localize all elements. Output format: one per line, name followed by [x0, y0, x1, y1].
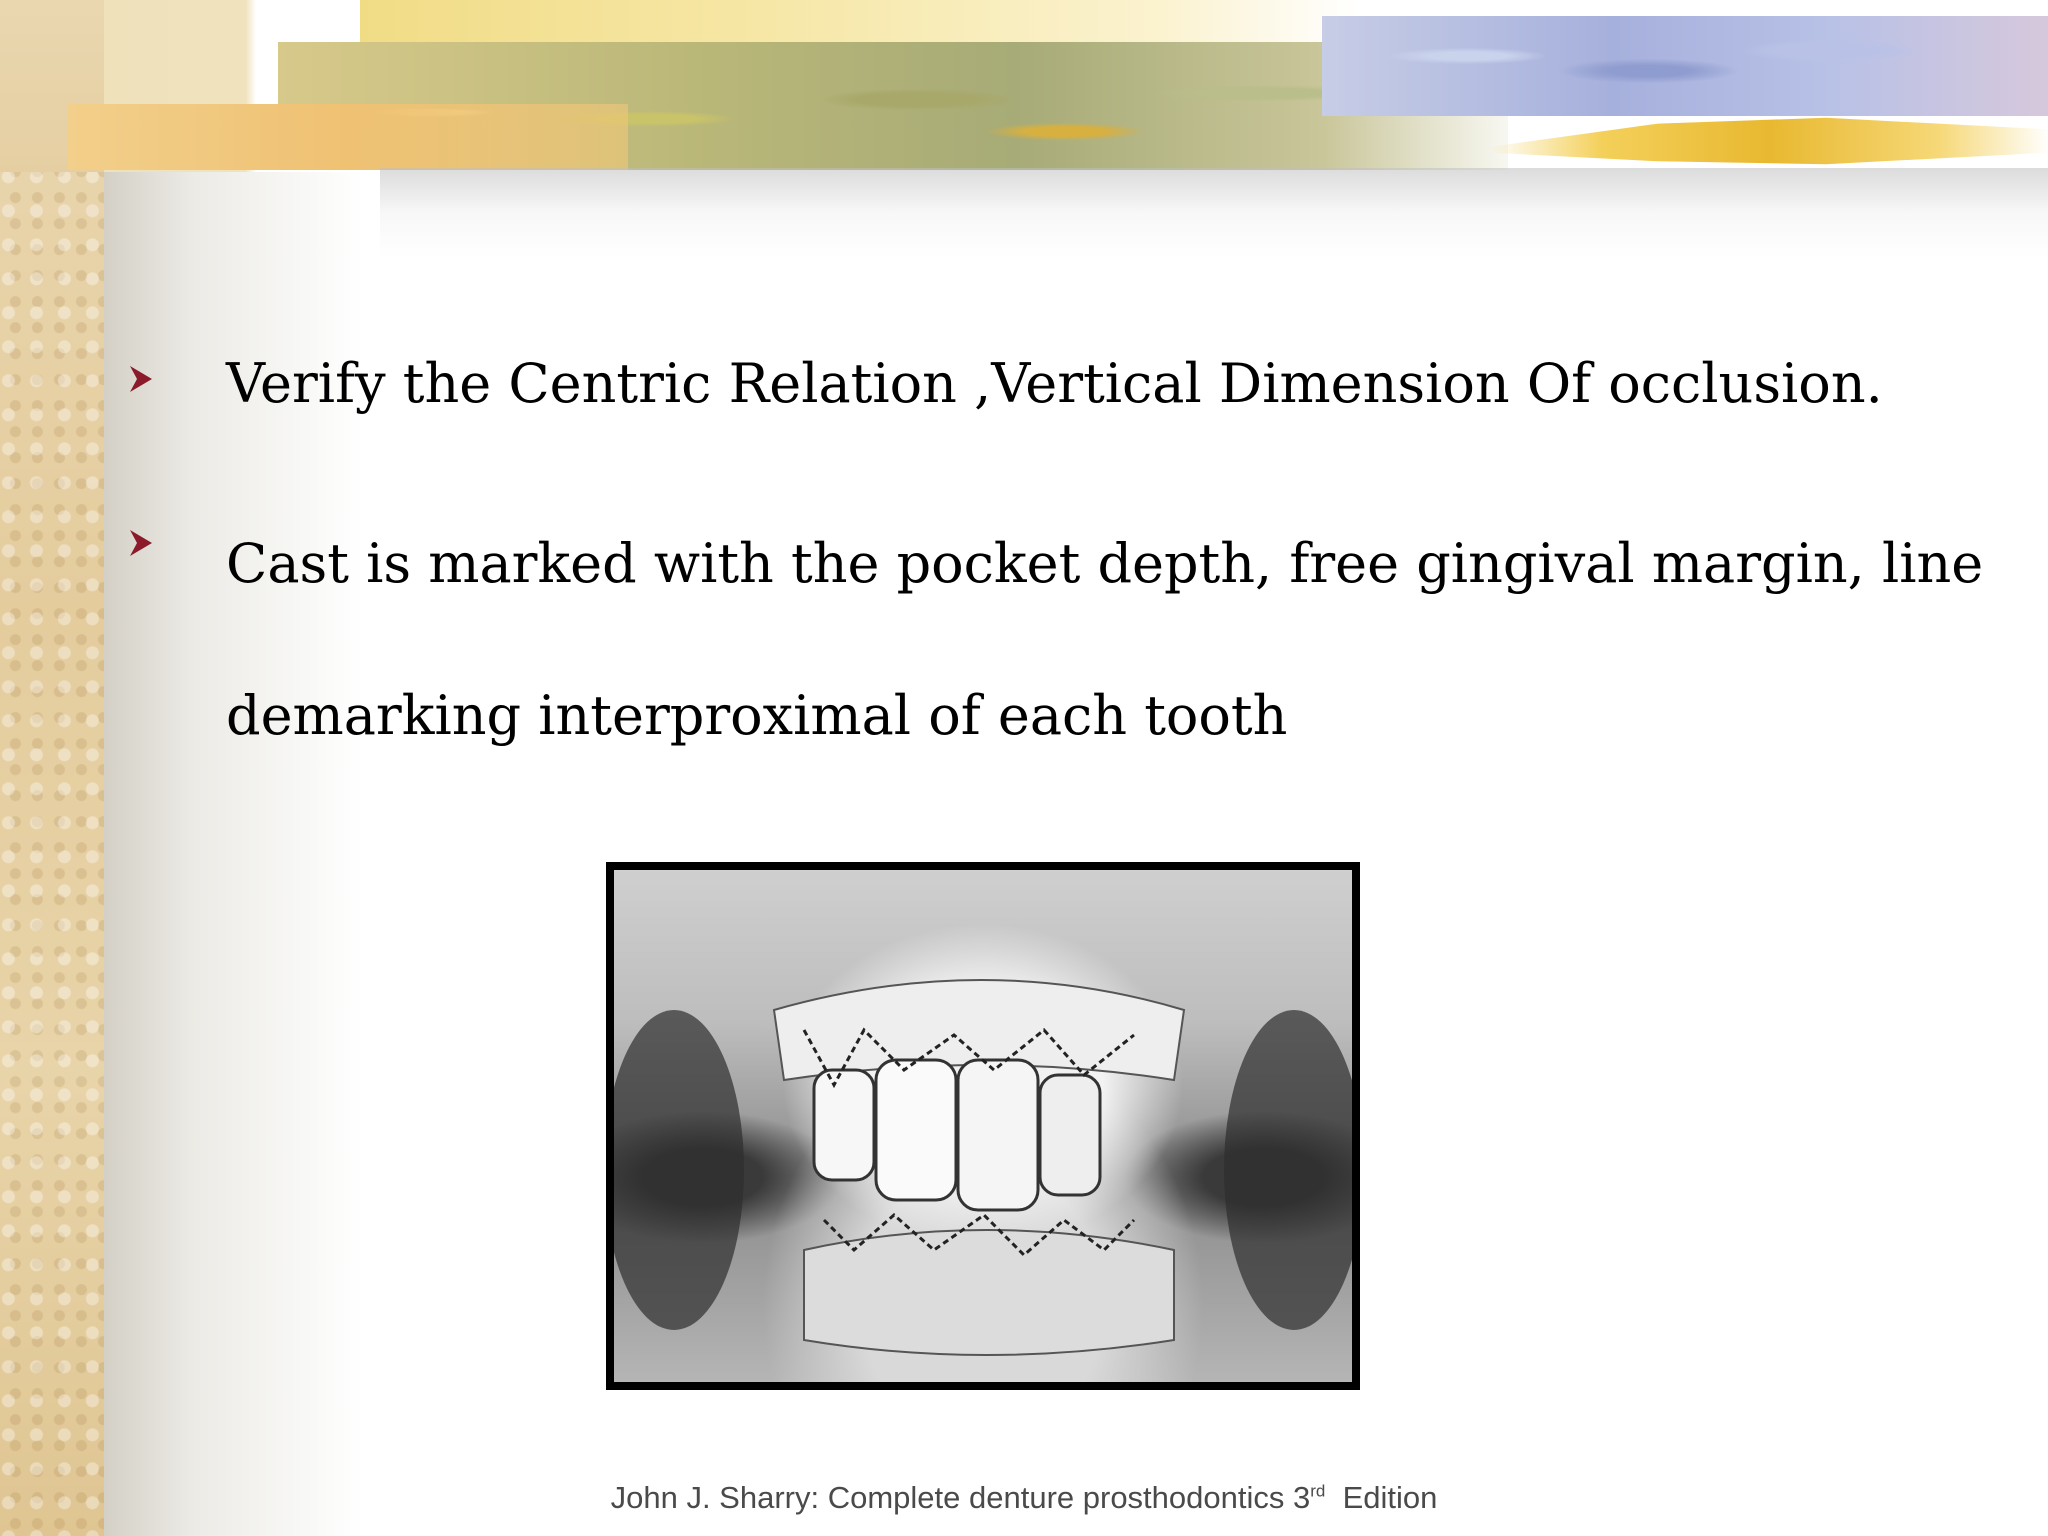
photo-content	[614, 870, 1352, 1382]
banner-orange-band	[68, 104, 628, 170]
bullet-text: Cast is marked with the pocket depth, fr…	[226, 532, 1984, 747]
citation-superscript: rd	[1310, 1481, 1326, 1501]
banner-flowers-image	[1322, 16, 2048, 116]
banner-shadow	[380, 168, 2048, 258]
banner-wheat-image	[1490, 117, 2048, 165]
dental-cast-photo	[606, 862, 1360, 1390]
citation-suffix: Edition	[1325, 1480, 1438, 1515]
bullet-text: Verify the Centric Relation ,Vertical Di…	[226, 352, 1883, 415]
citation-main: John J. Sharry: Complete denture prostho…	[610, 1480, 1311, 1515]
parchment-background	[0, 0, 104, 1536]
arrowhead-bullet-icon	[130, 530, 152, 556]
arrowhead-bullet-icon	[130, 366, 152, 392]
teeth-illustration	[614, 979, 1352, 1356]
bullet-item: Cast is marked with the pocket depth, fr…	[120, 488, 2000, 792]
citation: John J. Sharry: Complete denture prostho…	[0, 1480, 2048, 1516]
bullet-list: Verify the Centric Relation ,Vertical Di…	[120, 340, 2000, 792]
bullet-item: Verify the Centric Relation ,Vertical Di…	[120, 340, 2000, 428]
header-banner	[0, 0, 2048, 172]
